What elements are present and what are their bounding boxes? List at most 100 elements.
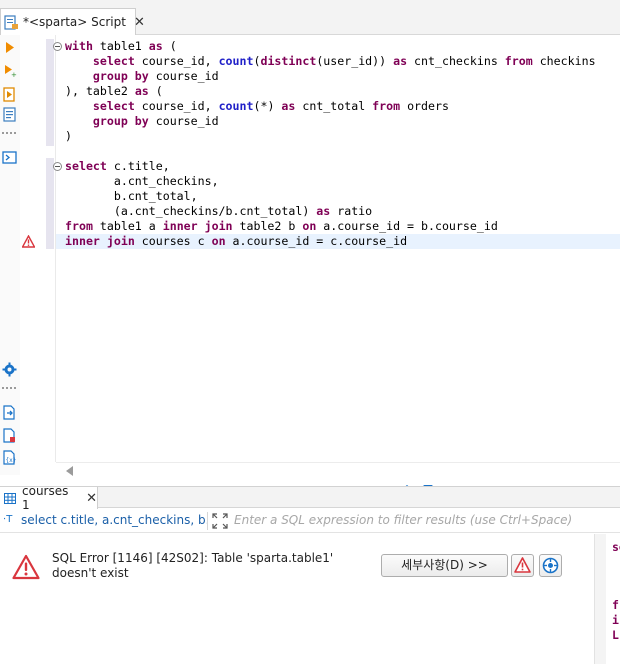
error-panel: SQL Error [1146] [42S02]: Table 'sparta.… xyxy=(0,534,600,664)
sql-token: a.course_id = c.course_id xyxy=(232,234,408,248)
code-line[interactable]: with table1 as ( xyxy=(65,39,177,54)
code-line[interactable]: from table1 a inner join table2 b on a.c… xyxy=(65,219,498,234)
sql-token: a.cnt_checkins, xyxy=(65,174,219,188)
sql-keyword: distinct xyxy=(260,54,317,68)
editor-toolbar: + {x} xyxy=(0,35,20,475)
sql-keyword: group by xyxy=(92,114,156,128)
code-line[interactable]: ), table2 as ( xyxy=(65,84,163,99)
sql-token: ratio xyxy=(337,204,373,218)
sql-token: course_id xyxy=(155,69,219,83)
sql-token: b.cnt_total, xyxy=(65,189,198,203)
problem-file-icon[interactable] xyxy=(2,428,17,443)
execute-script-icon[interactable] xyxy=(2,87,17,102)
expand-icon[interactable] xyxy=(212,513,228,529)
sql-token: a.course_id = b.course_id xyxy=(323,219,498,233)
error-message: SQL Error [1146] [42S02]: Table 'sparta.… xyxy=(52,551,334,580)
error-log-button[interactable] xyxy=(511,554,534,577)
code-line[interactable]: ) xyxy=(65,129,72,144)
error-help-button[interactable] xyxy=(539,554,562,577)
toolbar-separator xyxy=(2,387,16,389)
toolbar-separator xyxy=(2,132,16,134)
sql-keyword: on xyxy=(302,219,324,233)
sql-token: course_id, xyxy=(141,99,219,113)
sql-token: (user_id)) xyxy=(316,54,394,68)
sql-keyword: select xyxy=(92,99,142,113)
sql-keyword: inner join xyxy=(162,219,240,233)
execute-in-new-tab-icon[interactable]: + xyxy=(2,63,17,79)
side-query-text: se xyxy=(612,540,620,554)
sql-keyword: as xyxy=(393,54,415,68)
table-grid-icon xyxy=(4,492,16,504)
scroll-left-arrow-icon[interactable] xyxy=(66,466,73,476)
filter-bar: ⋅T select c.title, a.cnt_checkins, b.cnt… xyxy=(0,509,620,533)
sql-keyword: select xyxy=(65,159,114,173)
code-line[interactable]: select course_id, count(*) as cnt_total … xyxy=(65,99,449,114)
variables-icon[interactable]: {x} xyxy=(2,450,17,465)
fold-toggle-icon[interactable] xyxy=(53,162,62,171)
filter-input[interactable]: Enter a SQL expression to filter results… xyxy=(234,513,572,527)
results-tab-bar: courses 1 ✕ xyxy=(0,484,620,512)
tab-results-courses[interactable]: courses 1 ✕ xyxy=(0,484,98,512)
sql-function: count xyxy=(218,54,254,68)
side-query-text: f xyxy=(612,598,619,612)
tab-label: courses 1 xyxy=(22,484,69,512)
side-query-text: L xyxy=(612,628,619,642)
warning-triangle-icon xyxy=(12,554,40,580)
sql-keyword: with xyxy=(65,39,100,53)
fold-region xyxy=(46,39,54,146)
tab-script[interactable]: *<sparta> Script ✕ xyxy=(0,8,145,35)
filter-query-text[interactable]: select c.title, a.cnt_checkins, b.cnt_to… xyxy=(21,513,207,527)
sql-token: (*) xyxy=(253,99,282,113)
sql-token: course_id, xyxy=(141,54,219,68)
execute-statement-icon[interactable] xyxy=(2,40,17,55)
code-line[interactable]: a.cnt_checkins, xyxy=(65,174,219,189)
code-line[interactable]: b.cnt_total, xyxy=(65,189,198,204)
code-line[interactable]: group by course_id xyxy=(65,114,219,129)
editor-horizontal-scrollbar[interactable] xyxy=(56,462,620,478)
panel-splitter[interactable] xyxy=(402,479,438,489)
sql-keyword: group by xyxy=(92,69,156,83)
sql-keyword: from xyxy=(504,54,540,68)
sql-keyword: as xyxy=(281,99,303,113)
close-tab-icon[interactable]: ✕ xyxy=(134,16,145,29)
sql-token: orders xyxy=(407,99,449,113)
code-line[interactable]: (a.cnt_checkins/b.cnt_total) as ratio xyxy=(65,204,372,219)
details-button[interactable]: 세부사항(D) >> xyxy=(381,554,508,577)
terminal-icon[interactable] xyxy=(2,150,17,165)
sql-keyword: from xyxy=(372,99,408,113)
sql-token: ), table2 xyxy=(65,84,135,98)
sql-function: count xyxy=(218,99,254,113)
sql-keyword: from xyxy=(65,219,100,233)
code-line[interactable]: group by course_id xyxy=(65,69,219,84)
sql-keyword: on xyxy=(211,234,233,248)
sql-token: cnt_total xyxy=(302,99,373,113)
side-query-text: i xyxy=(612,613,619,627)
fold-toggle-icon[interactable] xyxy=(53,42,62,51)
tab-label: *<sparta> Script xyxy=(23,15,126,29)
sql-token: ( xyxy=(169,39,177,53)
export-icon[interactable] xyxy=(2,405,17,420)
sql-editor[interactable]: with table1 as ( select course_id, count… xyxy=(21,35,620,462)
code-line[interactable]: select course_id, count(distinct(user_id… xyxy=(65,54,596,69)
code-line[interactable]: select c.title, xyxy=(65,159,170,174)
sql-token: c.title, xyxy=(113,159,170,173)
sql-token: ) xyxy=(65,129,72,143)
code-line[interactable]: inner join courses c on a.course_id = c.… xyxy=(65,234,407,249)
sql-keyword: as xyxy=(134,84,156,98)
close-tab-icon[interactable]: ✕ xyxy=(86,491,97,506)
sql-token: course_id xyxy=(155,114,219,128)
editor-tab-bar: *<sparta> Script ✕ xyxy=(0,0,620,35)
filter-separator xyxy=(207,512,208,530)
sql-token: table1 xyxy=(99,39,149,53)
sql-token: cnt_checkins xyxy=(414,54,505,68)
sql-token: (a.cnt_checkins/b.cnt_total) xyxy=(65,204,317,218)
error-vertical-scrollbar[interactable] xyxy=(594,534,606,664)
sql-token: courses c xyxy=(141,234,212,248)
error-marker-icon xyxy=(21,234,36,248)
explain-plan-icon[interactable] xyxy=(2,107,17,122)
settings-gear-icon[interactable] xyxy=(2,362,17,377)
svg-text:+: + xyxy=(11,71,17,78)
sql-keyword: select xyxy=(92,54,142,68)
